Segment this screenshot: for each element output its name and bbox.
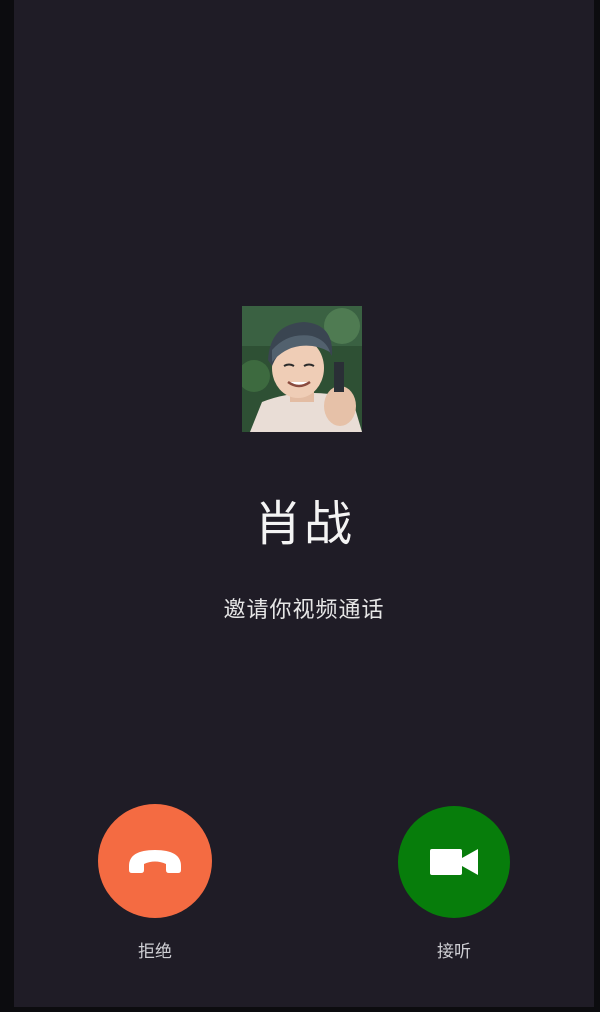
caller-avatar <box>242 306 362 432</box>
accept-label: 接听 <box>437 942 471 961</box>
decline-label: 拒绝 <box>138 942 172 961</box>
incoming-video-call-screen: 肖战 邀请你视频通话 拒绝 接听 <box>14 0 594 1007</box>
video-camera-icon <box>430 849 478 875</box>
call-status-text: 邀请你视频通话 <box>223 597 385 622</box>
decline-button[interactable] <box>98 804 212 918</box>
phone-hangup-icon <box>129 850 181 873</box>
accept-button[interactable] <box>398 806 510 918</box>
caller-name: 肖战 <box>253 498 354 551</box>
caller-avatar-photo <box>242 306 362 432</box>
